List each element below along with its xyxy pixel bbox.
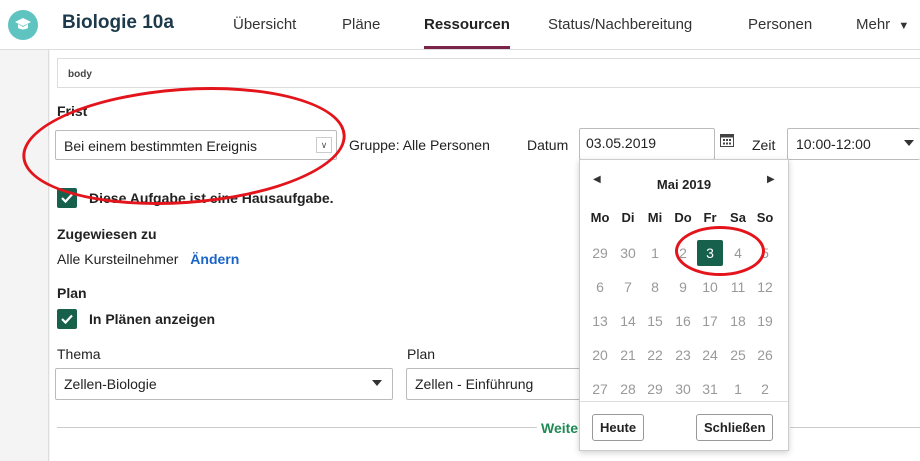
graduation-cap-icon[interactable] bbox=[8, 10, 38, 40]
chevron-down-icon: ▼ bbox=[898, 20, 910, 32]
calendar-day[interactable]: 24 bbox=[697, 342, 723, 368]
calendar-day[interactable]: 21 bbox=[615, 342, 641, 368]
calendar-day[interactable]: 27 bbox=[587, 376, 613, 402]
next-month-icon[interactable]: ▶ bbox=[767, 174, 775, 185]
weekday-header: Sa bbox=[730, 210, 746, 225]
calendar-day[interactable]: 23 bbox=[670, 342, 696, 368]
divider-right bbox=[790, 427, 920, 428]
datepicker-divider bbox=[580, 401, 788, 402]
chevron-down-icon bbox=[904, 140, 914, 146]
topic-select[interactable]: Zellen-Biologie bbox=[55, 368, 393, 400]
calendar-day[interactable]: 9 bbox=[670, 274, 696, 300]
calendar-day[interactable]: 16 bbox=[670, 308, 696, 334]
weekday-header: So bbox=[756, 210, 774, 225]
datepicker-popup: ◀ Mai 2019 ▶ Mo Di Mi Do Fr Sa So 29 30 1 2… bbox=[579, 159, 789, 451]
calendar-day[interactable]: 10 bbox=[697, 274, 723, 300]
show-in-plans-label[interactable]: In Plänen anzeigen bbox=[89, 311, 215, 327]
time-label: Zeit bbox=[752, 137, 776, 153]
tab-more[interactable]: Mehr ▼ bbox=[856, 16, 909, 33]
calendar-day[interactable]: 6 bbox=[587, 274, 613, 300]
calendar-day[interactable]: 1 bbox=[725, 376, 751, 402]
calendar-day[interactable]: 30 bbox=[615, 240, 641, 266]
tab-plans[interactable]: Pläne bbox=[342, 16, 380, 33]
calendar-day[interactable]: 30 bbox=[670, 376, 696, 402]
calendar-day[interactable]: 31 bbox=[697, 376, 723, 402]
calendar-day[interactable]: 15 bbox=[642, 308, 668, 334]
date-value: 03.05.2019 bbox=[586, 135, 657, 151]
chevron-down-icon bbox=[372, 380, 382, 386]
weekday-header: Mo bbox=[590, 210, 610, 225]
calendar-day[interactable]: 11 bbox=[725, 274, 751, 300]
weekday-header: Fr bbox=[703, 210, 717, 225]
show-in-plans-checkbox[interactable] bbox=[57, 309, 77, 329]
topic-label: Thema bbox=[57, 346, 101, 362]
date-input[interactable]: 03.05.2019 bbox=[579, 128, 715, 160]
calendar-day[interactable]: 28 bbox=[615, 376, 641, 402]
weekday-header: Di bbox=[621, 210, 635, 225]
calendar-day[interactable]: 14 bbox=[615, 308, 641, 334]
calendar-day[interactable]: 2 bbox=[752, 376, 778, 402]
calendar-day[interactable]: 25 bbox=[725, 342, 751, 368]
calendar-day[interactable]: 17 bbox=[697, 308, 723, 334]
weekday-header: Mi bbox=[647, 210, 663, 225]
top-bar: Biologie 10a Übersicht Pläne Ressourcen … bbox=[0, 0, 920, 50]
time-value: 10:00-12:00 bbox=[796, 136, 871, 152]
topic-value: Zellen-Biologie bbox=[64, 376, 157, 392]
calendar-day[interactable]: 26 bbox=[752, 342, 778, 368]
close-button[interactable]: Schließen bbox=[696, 414, 774, 441]
calendar-day[interactable]: 12 bbox=[752, 274, 778, 300]
calendar-day[interactable]: 7 bbox=[615, 274, 641, 300]
calendar-day[interactable]: 13 bbox=[587, 308, 613, 334]
date-label: Datum bbox=[527, 137, 569, 153]
assigned-value: Alle Kursteilnehmer Ändern bbox=[57, 251, 239, 267]
time-select[interactable]: 10:00-12:00 bbox=[787, 128, 920, 160]
annotation-ellipse-date bbox=[675, 226, 765, 276]
assigned-value-text: Alle Kursteilnehmer bbox=[57, 251, 179, 267]
tab-more-label: Mehr bbox=[856, 16, 891, 33]
plan-heading: Plan bbox=[57, 285, 87, 301]
calendar-icon[interactable] bbox=[720, 133, 734, 152]
calendar-day[interactable]: 29 bbox=[587, 240, 613, 266]
more-options-link[interactable]: Weite bbox=[541, 420, 578, 436]
plan-label: Plan bbox=[407, 346, 436, 362]
group-text: Gruppe: Alle Personen bbox=[349, 137, 490, 153]
calendar-day[interactable]: 20 bbox=[587, 342, 613, 368]
content-border bbox=[48, 50, 49, 461]
tab-status[interactable]: Status/Nachbereitung bbox=[548, 16, 692, 33]
plan-select[interactable]: Zellen - Einführung bbox=[406, 368, 586, 400]
divider-left bbox=[57, 427, 537, 428]
tab-people[interactable]: Personen bbox=[748, 16, 812, 33]
plan-value: Zellen - Einführung bbox=[415, 376, 534, 392]
calendar-day[interactable]: 29 bbox=[642, 376, 668, 402]
weekday-header: Do bbox=[674, 210, 692, 225]
assigned-heading: Zugewiesen zu bbox=[57, 226, 157, 242]
tab-overview[interactable]: Übersicht bbox=[233, 16, 296, 33]
active-tab-indicator bbox=[424, 46, 510, 49]
calendar-day[interactable]: 1 bbox=[642, 240, 668, 266]
course-title[interactable]: Biologie 10a bbox=[62, 12, 174, 34]
calendar-day[interactable]: 22 bbox=[642, 342, 668, 368]
left-margin bbox=[0, 50, 50, 461]
calendar-day[interactable]: 18 bbox=[725, 308, 751, 334]
editor-body-toolbar[interactable]: body bbox=[57, 58, 920, 88]
calendar-day[interactable]: 8 bbox=[642, 274, 668, 300]
calendar-day[interactable]: 19 bbox=[752, 308, 778, 334]
body-label: body bbox=[68, 69, 92, 80]
change-assignment-link[interactable]: Ändern bbox=[190, 251, 239, 267]
today-button[interactable]: Heute bbox=[592, 414, 645, 441]
tab-resources[interactable]: Ressourcen bbox=[424, 16, 510, 33]
datepicker-month: Mai 2019 bbox=[656, 177, 712, 192]
